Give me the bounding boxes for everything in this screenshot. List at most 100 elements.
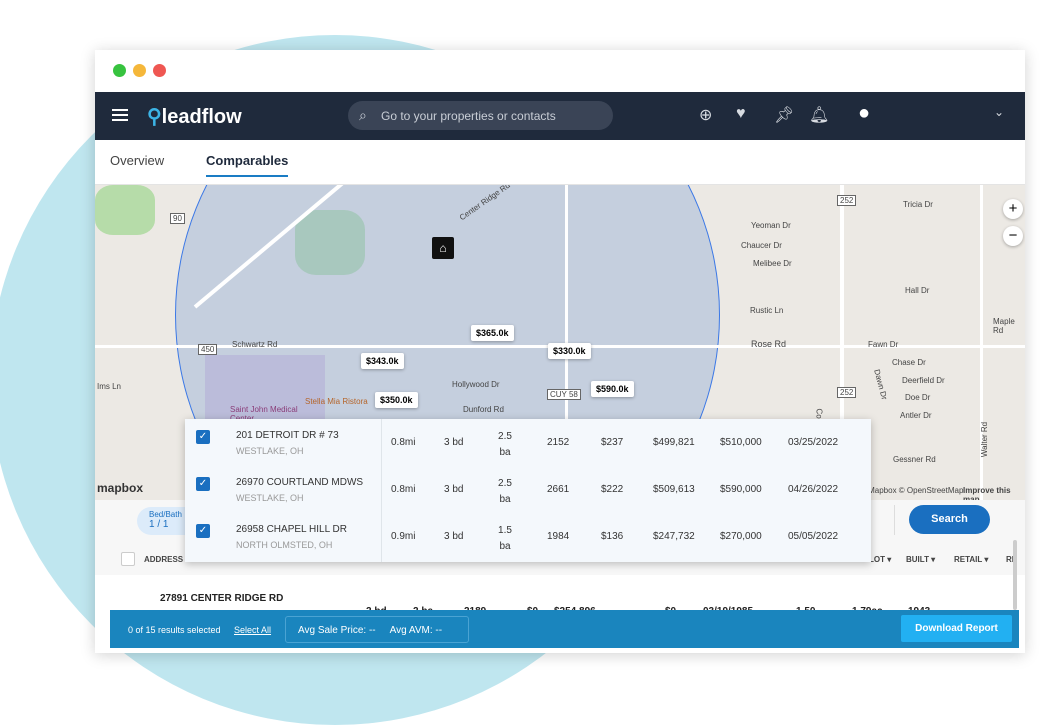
- chevron-down-icon[interactable]: ⌄: [994, 105, 1004, 119]
- column-header[interactable]: RETAIL ▾: [954, 555, 988, 564]
- column-header[interactable]: BUILT ▾: [906, 555, 935, 564]
- top-nav: ⚲leadflow ⌕ Go to your properties or cont…: [95, 92, 1025, 140]
- sqft: 2661: [547, 484, 570, 495]
- map-label: Antler Dr: [900, 411, 932, 420]
- route-shield: 252: [837, 387, 857, 398]
- route-shield: 450: [198, 344, 218, 355]
- map-label: Stella Mia Ristora: [305, 397, 368, 406]
- address: 26970 COURTLAND MDWS: [236, 477, 364, 488]
- map-label: Doe Dr: [905, 393, 931, 402]
- sale-price: $590,000: [720, 484, 762, 495]
- address: 201 DETROIT DR # 73: [236, 430, 339, 441]
- popup-row[interactable]: ✓ 26970 COURTLAND MDWS WESTLAKE, OH 0.8m…: [185, 466, 871, 513]
- table-row[interactable]: 27891 CENTER RIDGE RD --- 2 bd 2 ba 2189…: [110, 575, 1010, 617]
- baths-unit: ba: [499, 447, 511, 458]
- sale-price: $510,000: [720, 437, 762, 448]
- map-label: Dunford Rd: [463, 405, 504, 414]
- download-report-button[interactable]: Download Report: [901, 615, 1012, 642]
- tab-bar: Overview Comparables: [95, 140, 1025, 185]
- search-button[interactable]: Search: [909, 505, 990, 534]
- map-label: Walter Rd: [980, 421, 990, 458]
- beds: 3 bd: [444, 531, 464, 542]
- beds: 3 bd: [444, 484, 464, 495]
- price-per-sqft: $136: [601, 531, 624, 542]
- map-label: Fawn Dr: [868, 340, 899, 349]
- baths-unit: ba: [499, 541, 511, 552]
- map-label: Yeoman Dr: [751, 221, 791, 230]
- search-input[interactable]: ⌕ Go to your properties or contacts: [348, 101, 613, 130]
- filter-value: 1 / 1: [149, 519, 169, 530]
- route-shield: CUY 58: [547, 389, 581, 400]
- popup-row[interactable]: ✓ 201 DETROIT DR # 73 WESTLAKE, OH 0.8mi…: [185, 419, 871, 466]
- map-label: Dawn Dr: [872, 368, 889, 401]
- improve-map-link[interactable]: Improve this map: [963, 486, 1025, 500]
- map-label: Maple Rd: [993, 317, 1015, 335]
- minimize-button[interactable]: [133, 64, 146, 77]
- price-pin[interactable]: $350.0k: [375, 392, 418, 408]
- city: NORTH OLMSTED, OH: [236, 540, 333, 550]
- zoom-out-button[interactable]: −: [1003, 226, 1023, 246]
- avg-sale-price: Avg Sale Price: --: [298, 625, 376, 636]
- search-placeholder: Go to your properties or contacts: [381, 109, 556, 123]
- baths: 1.5: [498, 525, 512, 536]
- map-label: Chaucer Dr: [741, 241, 782, 250]
- plus-circle-icon[interactable]: ⊕: [699, 105, 712, 125]
- sqft: 2152: [547, 437, 570, 448]
- heart-icon[interactable]: ♥: [736, 105, 746, 123]
- address: 26958 CHAPEL HILL DR: [236, 524, 347, 535]
- column-header[interactable]: ADDRESS: [144, 555, 183, 564]
- row-checkbox[interactable]: ✓: [196, 524, 210, 538]
- selection-bar: 0 of 15 results selected Select All Avg …: [110, 610, 1019, 648]
- map-label: Rose Rd: [751, 339, 787, 349]
- city: WESTLAKE, OH: [236, 493, 304, 503]
- avm: $499,821: [653, 437, 695, 448]
- map-label: Deerfield Dr: [902, 376, 945, 385]
- scrollbar[interactable]: [1013, 540, 1017, 610]
- baths: 2.5: [498, 431, 512, 442]
- bell-icon[interactable]: 🔔︎: [809, 105, 829, 125]
- menu-icon[interactable]: [112, 109, 128, 121]
- logo[interactable]: ⚲leadflow: [147, 104, 242, 129]
- row-checkbox[interactable]: ✓: [196, 430, 210, 444]
- pin-icon[interactable]: 📌︎: [774, 105, 794, 125]
- maximize-button[interactable]: [113, 64, 126, 77]
- search-icon: ⌕: [359, 107, 367, 123]
- price-pin[interactable]: $365.0k: [471, 325, 514, 341]
- selection-count: 0 of 15 results selected: [128, 625, 221, 635]
- price-pin[interactable]: $343.0k: [361, 353, 404, 369]
- user-icon[interactable]: ●: [858, 102, 870, 125]
- zoom-in-button[interactable]: +: [1003, 199, 1023, 219]
- averages-box: Avg Sale Price: -- Avg AVM: --: [285, 616, 469, 643]
- column-header[interactable]: LOT ▾: [869, 555, 891, 564]
- map-label: Rustic Ln: [750, 306, 784, 315]
- sale-price: $270,000: [720, 531, 762, 542]
- map-label: Tricia Dr: [903, 200, 933, 209]
- avg-avm: Avg AVM: --: [389, 625, 443, 636]
- map-label: Schwartz Rd: [232, 340, 278, 349]
- price-pin[interactable]: $330.0k: [548, 343, 591, 359]
- tab-overview[interactable]: Overview: [110, 153, 164, 168]
- title-bar: [95, 50, 1025, 92]
- map-label: Ims Ln: [97, 382, 122, 391]
- sale-date: 05/05/2022: [788, 531, 839, 542]
- price-pin[interactable]: $590.0k: [591, 381, 634, 397]
- sale-date: 04/26/2022: [788, 484, 839, 495]
- select-all-link[interactable]: Select All: [234, 625, 271, 635]
- distance: 0.8mi: [391, 484, 416, 495]
- map-label: Gessner Rd: [893, 455, 936, 464]
- comparables-popup: ✓ 201 DETROIT DR # 73 WESTLAKE, OH 0.8mi…: [185, 419, 871, 562]
- close-button[interactable]: [153, 64, 166, 77]
- map-label: Chase Dr: [892, 358, 926, 367]
- price-per-sqft: $222: [601, 484, 624, 495]
- sqft: 1984: [547, 531, 570, 542]
- popup-row[interactable]: ✓ 26958 CHAPEL HILL DR NORTH OLMSTED, OH…: [185, 513, 871, 560]
- logo-text: leadflow: [161, 106, 242, 128]
- row-checkbox[interactable]: ✓: [196, 477, 210, 491]
- filter-label: Bed/Bath: [149, 510, 182, 519]
- distance: 0.8mi: [391, 437, 416, 448]
- baths: 2.5: [498, 478, 512, 489]
- select-all-checkbox[interactable]: [121, 552, 135, 566]
- tab-comparables[interactable]: Comparables: [206, 153, 289, 177]
- subject-home-icon[interactable]: ⌂: [432, 237, 454, 259]
- map-attribution[interactable]: © Mapbox © OpenStreetMap: [860, 486, 963, 495]
